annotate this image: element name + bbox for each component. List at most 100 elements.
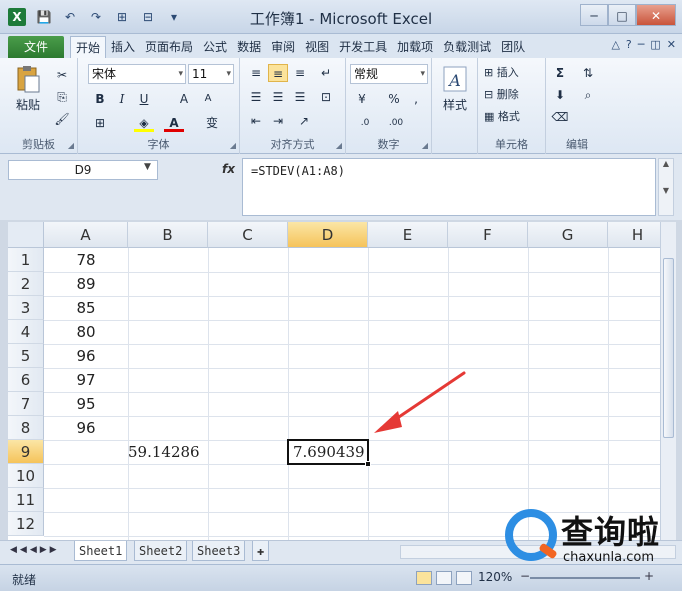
tab-view[interactable]: 视图 (300, 36, 334, 58)
sheet-tab-3[interactable]: Sheet3 (192, 541, 246, 561)
formula-input[interactable]: =STDEV(A1:A8) (242, 158, 656, 216)
column-header-h[interactable]: H (608, 222, 660, 248)
dialog-launcher-icon[interactable]: ◢ (68, 141, 74, 150)
column-header-f[interactable]: F (448, 222, 528, 248)
select-all-corner[interactable] (8, 222, 44, 248)
tab-insert[interactable]: 插入 (106, 36, 140, 58)
vertical-scrollbar[interactable] (660, 222, 676, 540)
sheet-tab-1[interactable]: Sheet1 (74, 541, 128, 561)
font-color-icon[interactable]: A (164, 114, 184, 132)
worksheet-grid[interactable]: A B C D E F G H 1 2 3 4 5 6 7 8 9 10 11 … (8, 222, 660, 540)
row-header[interactable]: 12 (8, 512, 44, 536)
chevron-down-icon[interactable]: ▼ (144, 162, 151, 172)
maximize-button[interactable]: □ (608, 4, 636, 26)
format-painter-icon[interactable]: 🖌 (52, 110, 72, 128)
format-cells-button[interactable]: ▦ 格式 (484, 108, 520, 126)
cell-a2[interactable]: 89 (44, 272, 128, 296)
paste-button[interactable]: 粘贴 (10, 64, 46, 113)
help-icon[interactable]: ? (626, 38, 632, 51)
number-format-combo[interactable]: 常规 (350, 64, 428, 84)
column-header-d[interactable]: D (288, 222, 368, 248)
cell-a1[interactable]: 78 (44, 248, 128, 272)
align-bottom-icon[interactable]: ≡ (290, 64, 310, 82)
italic-button[interactable]: I (112, 90, 132, 108)
phonetic-button[interactable]: 变 (202, 114, 222, 132)
decrease-indent-icon[interactable]: ⇤ (246, 112, 266, 130)
column-header-b[interactable]: B (128, 222, 208, 248)
fill-color-icon[interactable]: ◈ (134, 114, 154, 132)
window-restore-icon[interactable]: ◫ (650, 38, 660, 51)
tab-team[interactable]: 团队 (496, 36, 530, 58)
currency-icon[interactable]: ¥ (352, 90, 372, 108)
delete-cells-button[interactable]: ⊟ 删除 (484, 86, 519, 104)
row-header[interactable]: 7 (8, 392, 44, 416)
column-header-c[interactable]: C (208, 222, 288, 248)
percent-button[interactable]: % (384, 90, 404, 108)
formula-bar-scroll[interactable]: ▲ ▼ (658, 158, 674, 216)
wrap-text-icon[interactable]: ↵ (316, 64, 336, 82)
row-header[interactable]: 8 (8, 416, 44, 440)
row-header[interactable]: 2 (8, 272, 44, 296)
find-select-icon[interactable]: ⌕ (578, 86, 598, 104)
tab-addins[interactable]: 加载项 (392, 36, 438, 58)
cell-a7[interactable]: 95 (44, 392, 128, 416)
row-header[interactable]: 5 (8, 344, 44, 368)
row-header[interactable]: 6 (8, 368, 44, 392)
align-center-icon[interactable]: ☰ (268, 88, 288, 106)
close-button[interactable]: ✕ (636, 4, 676, 26)
row-header[interactable]: 1 (8, 248, 44, 272)
fill-handle[interactable] (365, 461, 371, 467)
tab-data[interactable]: 数据 (232, 36, 266, 58)
fill-icon[interactable]: ⬇ (550, 86, 570, 104)
window-close-icon[interactable]: ✕ (667, 38, 676, 51)
cell-a6[interactable]: 97 (44, 368, 128, 392)
cell-a5[interactable]: 96 (44, 344, 128, 368)
autosum-button[interactable]: Σ (550, 64, 570, 82)
page-break-view-icon[interactable] (456, 571, 472, 585)
insert-function-icon[interactable]: fx (222, 162, 235, 176)
cell-a4[interactable]: 80 (44, 320, 128, 344)
window-min-icon[interactable]: ─ (638, 38, 645, 51)
align-left-icon[interactable]: ☰ (246, 88, 266, 106)
font-name-combo[interactable]: 宋体 (88, 64, 186, 84)
cell-b9[interactable]: 59.14286 (126, 440, 208, 464)
tab-review[interactable]: 审阅 (266, 36, 300, 58)
row-header[interactable]: 4 (8, 320, 44, 344)
name-box[interactable]: D9 (8, 160, 158, 180)
page-layout-view-icon[interactable] (436, 571, 452, 585)
cut-icon[interactable]: ✂ (52, 66, 72, 84)
decrease-decimal-button[interactable]: .00 (382, 114, 410, 132)
bold-button[interactable]: B (90, 90, 110, 108)
dialog-launcher-icon[interactable]: ◢ (422, 141, 428, 150)
dialog-launcher-icon[interactable]: ◢ (230, 141, 236, 150)
comma-button[interactable]: , (406, 90, 426, 108)
dialog-launcher-icon[interactable]: ◢ (336, 141, 342, 150)
increase-indent-icon[interactable]: ⇥ (268, 112, 288, 130)
column-header-a[interactable]: A (44, 222, 128, 248)
insert-cells-button[interactable]: ⊞ 插入 (484, 64, 519, 82)
normal-view-icon[interactable] (416, 571, 432, 585)
font-size-combo[interactable]: 11 (188, 64, 234, 84)
new-sheet-icon[interactable]: ✚ (252, 541, 270, 561)
sort-filter-icon[interactable]: ⇅ (578, 64, 598, 82)
row-header[interactable]: 3 (8, 296, 44, 320)
underline-button[interactable]: U (134, 90, 154, 108)
increase-decimal-button[interactable]: .0 (352, 114, 378, 132)
align-right-icon[interactable]: ☰ (290, 88, 310, 106)
tab-formulas[interactable]: 公式 (198, 36, 232, 58)
clear-icon[interactable]: ⌫ (550, 108, 570, 126)
merge-center-icon[interactable]: ⊡ (316, 88, 336, 106)
styles-button[interactable]: A 样式 (436, 64, 474, 113)
tab-load-test[interactable]: 负载测试 (438, 36, 496, 58)
scrollbar-thumb[interactable] (663, 258, 674, 438)
shrink-font-button[interactable]: A (198, 90, 218, 108)
row-header[interactable]: 9 (8, 440, 44, 464)
cell-a8[interactable]: 96 (44, 416, 128, 440)
minimize-ribbon-icon[interactable]: △ (611, 38, 619, 51)
cell-a3[interactable]: 85 (44, 296, 128, 320)
sheet-nav-icons[interactable]: ◀◀◀▶▶ (10, 545, 60, 555)
tab-developer[interactable]: 开发工具 (334, 36, 392, 58)
tab-home[interactable]: 开始 (70, 36, 107, 58)
copy-icon[interactable]: ⎘ (52, 88, 72, 106)
row-header[interactable]: 10 (8, 464, 44, 488)
